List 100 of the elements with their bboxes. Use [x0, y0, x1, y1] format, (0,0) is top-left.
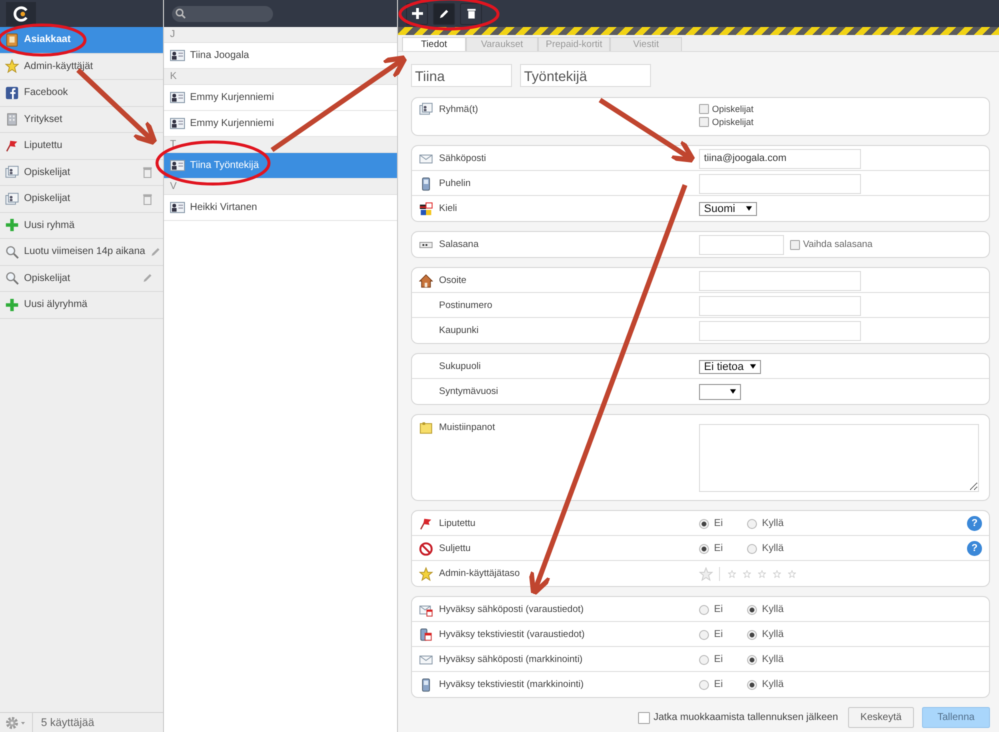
cancel-button[interactable]: Keskeytä	[848, 707, 914, 728]
field-label: Admin-käyttäjätaso	[439, 568, 520, 579]
radio-button[interactable]	[699, 518, 709, 528]
radio-button[interactable]	[747, 544, 757, 554]
star-icon[interactable]	[699, 566, 713, 580]
plus-icon	[5, 218, 19, 232]
radio-option[interactable]: Ei	[699, 679, 741, 690]
star-icon	[788, 570, 796, 578]
contact-item[interactable]: Heikki Virtanen	[164, 195, 397, 221]
notes-field[interactable]	[699, 424, 979, 492]
flags-icon	[419, 202, 433, 216]
star-icon	[758, 570, 766, 578]
checkbox[interactable]	[790, 240, 800, 250]
first-name-field[interactable]: Tiina	[411, 64, 512, 87]
field-label: Suljettu	[439, 543, 471, 554]
radio-option[interactable]: Kyllä	[747, 604, 789, 615]
trash-icon[interactable]	[142, 192, 153, 205]
edit-button[interactable]	[433, 2, 455, 24]
radio-option[interactable]: Ei	[699, 629, 741, 640]
sidebar-item[interactable]: Liputettu	[0, 133, 163, 160]
tab[interactable]: Tiedot	[402, 37, 466, 51]
dropdown[interactable]	[699, 384, 741, 400]
sidebar-item[interactable]: Luotu viimeisen 14p aikana	[0, 239, 163, 266]
star-icon	[5, 59, 19, 74]
radio-option[interactable]: Kyllä	[747, 518, 789, 529]
logo-button[interactable]	[6, 2, 36, 26]
search-icon	[5, 244, 19, 259]
radio-option[interactable]: Ei	[699, 543, 741, 554]
star-icon	[728, 570, 736, 578]
text-field[interactable]	[699, 296, 861, 316]
sidebar-item[interactable]: Opiskelijat	[0, 160, 163, 186]
radio-button[interactable]	[699, 680, 709, 690]
checkbox[interactable]	[699, 117, 709, 127]
radio-button[interactable]	[747, 680, 757, 690]
pencil-icon[interactable]	[150, 246, 162, 258]
checkbox-label[interactable]: Jatka muokkaamista tallennuksen jälkeen	[638, 712, 838, 724]
sidebar-item[interactable]: Admin-käyttäjät	[0, 54, 163, 80]
user-count: 5 käyttäjää	[40, 716, 94, 728]
dropdown[interactable]: Suomi	[699, 202, 757, 216]
radio-button[interactable]	[699, 604, 709, 614]
envelope-icon	[419, 152, 433, 166]
flag-icon	[5, 138, 19, 153]
trash-icon[interactable]	[142, 166, 153, 178]
contact-item[interactable]: Emmy Kurjenniemi	[164, 85, 397, 111]
field-label: Liputettu	[439, 518, 476, 529]
radio-option[interactable]: Kyllä	[747, 679, 789, 690]
radio-button[interactable]	[699, 630, 709, 640]
password-field[interactable]	[699, 234, 784, 254]
radio-option[interactable]: Ei	[699, 604, 741, 615]
delete-button[interactable]	[460, 2, 482, 24]
radio-button[interactable]	[699, 544, 709, 554]
search-field[interactable]	[172, 6, 273, 22]
radio-button[interactable]	[747, 604, 757, 614]
text-field[interactable]: tiina@joogala.com	[699, 148, 861, 168]
text-field[interactable]	[699, 320, 861, 340]
field-label: Kaupunki	[439, 325, 479, 336]
sidebar-item[interactable]: Uusi ryhmä	[0, 212, 163, 239]
radio-option[interactable]: Kyllä	[747, 543, 789, 554]
help-button[interactable]: ?	[967, 541, 982, 556]
checkbox[interactable]	[638, 712, 650, 724]
field-label: Ryhmä(t)	[439, 104, 478, 114]
last-name-field[interactable]: Työntekijä	[520, 64, 651, 87]
checkbox-label[interactable]: Vaihda salasana	[790, 239, 873, 250]
dropdown[interactable]: Ei tietoa	[699, 360, 761, 374]
radio-option[interactable]: Kyllä	[747, 654, 789, 665]
checkbox-label[interactable]: Opiskelijat	[699, 104, 754, 114]
help-button[interactable]: ?	[967, 516, 982, 531]
sidebar-item[interactable]: Opiskelijat	[0, 266, 163, 292]
radio-option[interactable]: Ei	[699, 518, 741, 529]
plus-icon	[5, 298, 19, 312]
field-label: Sukupuoli	[439, 361, 481, 372]
caret-icon	[730, 389, 736, 394]
radio-button[interactable]	[747, 654, 757, 664]
caret-icon	[746, 206, 752, 211]
group-icon	[5, 165, 19, 180]
phone-icon	[419, 678, 433, 692]
radio-option[interactable]: Kyllä	[747, 629, 789, 640]
checkbox[interactable]	[699, 104, 709, 114]
sidebar-item[interactable]: Opiskelijat	[0, 186, 163, 212]
radio-option[interactable]: Ei	[699, 654, 741, 665]
phone-icon	[419, 176, 433, 190]
field-label: Puhelin	[439, 178, 471, 189]
sidebar-item[interactable]: Uusi älyryhmä	[0, 292, 163, 318]
pencil-icon[interactable]	[142, 272, 153, 284]
plus-icon	[412, 8, 422, 19]
field-label: Hyväksy sähköposti (varaustiedot)	[439, 604, 584, 615]
radio-button[interactable]	[699, 654, 709, 664]
trash-icon	[466, 8, 476, 19]
star-rating[interactable]	[726, 570, 798, 578]
sidebar-item[interactable]: Yritykset	[0, 106, 163, 133]
field-label: Salasana	[439, 239, 479, 250]
radio-button[interactable]	[747, 518, 757, 528]
sidebar-item[interactable]: Facebook	[0, 80, 163, 106]
building-icon	[5, 112, 19, 126]
text-field[interactable]	[699, 270, 861, 290]
radio-button[interactable]	[747, 630, 757, 640]
settings-icon	[5, 716, 27, 730]
checkbox-label[interactable]: Opiskelijat	[699, 117, 754, 127]
text-field[interactable]	[699, 174, 861, 194]
logo-icon	[5, 86, 19, 100]
